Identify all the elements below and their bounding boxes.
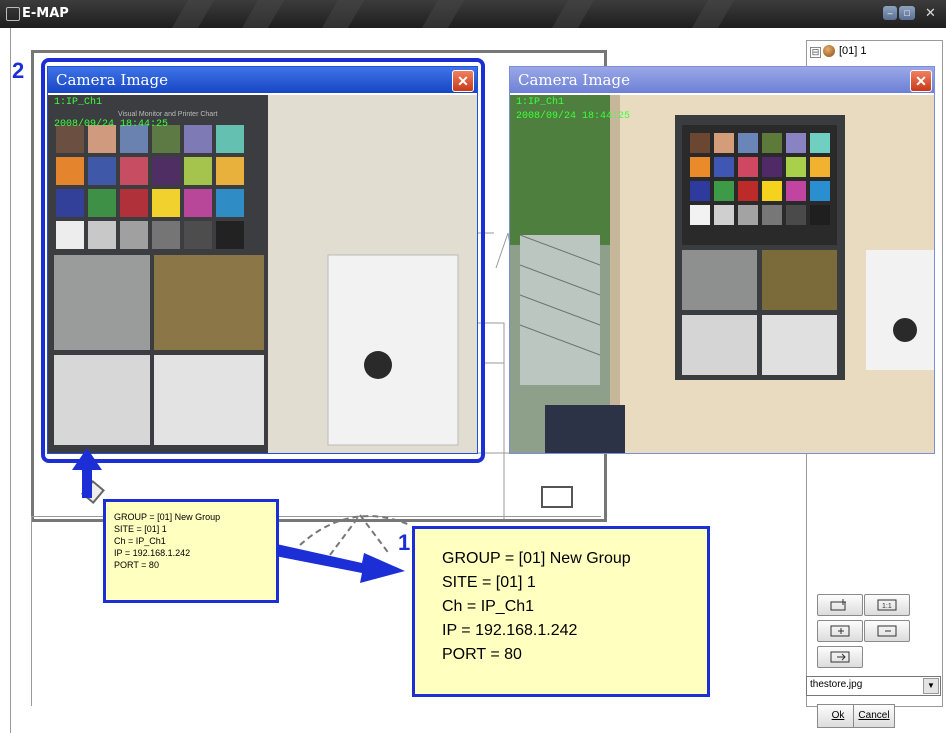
zoom-in-icon: [830, 625, 850, 637]
camera-feed-image: [510, 95, 934, 453]
minimize-icon[interactable]: –: [883, 6, 897, 20]
channel-overlay: 1:IP_Ch1: [516, 97, 565, 108]
map-file-value: thestore.jpg: [810, 679, 863, 690]
app-icon: [6, 7, 20, 21]
cancel-button[interactable]: Cancel: [853, 704, 895, 728]
window-title: E-MAP: [22, 6, 69, 21]
svg-text:1:1: 1:1: [882, 603, 892, 610]
info-tooltip-small: GROUP = [01] New Group SITE = [01] 1 Ch …: [103, 499, 279, 603]
tree-item-label[interactable]: [01] 1: [839, 45, 867, 57]
tree-expander-icon[interactable]: ⊟: [810, 47, 821, 58]
tooltip-group: GROUP = [01] New Group: [442, 550, 631, 567]
tooltip-ip: IP = 192.168.1.242: [442, 622, 578, 639]
tooltip-port: PORT = 80: [442, 646, 522, 663]
timestamp-overlay: 2008/09/24 18:44:25: [516, 111, 631, 122]
camera-window-title: Camera Image: [518, 71, 630, 89]
camera-window-titlebar[interactable]: Camera Image ✕: [510, 67, 934, 93]
callout-number: 2: [12, 58, 25, 83]
fit-map-icon: [830, 651, 850, 663]
titlebar-stripe: [241, 0, 285, 28]
window-titlebar: E-MAP – □ ✕: [0, 0, 946, 28]
titlebar-stripe: [691, 0, 735, 28]
map-file-select[interactable]: thestore.jpg ▼: [806, 676, 941, 696]
arrow-right-icon: [270, 543, 405, 583]
close-icon[interactable]: ✕: [925, 5, 941, 21]
tooltip-group: GROUP = [01] New Group: [114, 512, 221, 522]
camera-window[interactable]: Camera Image ✕ 1:IP_Ch1 2008/09/24 18:44…: [509, 66, 935, 454]
fit-map-button[interactable]: [817, 646, 863, 668]
site-icon: [823, 45, 835, 57]
tooltip-site: SITE = [01] 1: [442, 574, 536, 591]
tooltip-ip: IP = 192.168.1.242: [114, 548, 191, 558]
titlebar-stripe: [171, 0, 215, 28]
titlebar-stripe: [551, 0, 595, 28]
tooltip-channel: Ch = IP_Ch1: [114, 536, 166, 546]
titlebar-stripe: [321, 0, 365, 28]
tooltip-site: SITE = [01] 1: [114, 524, 167, 534]
zoom-in-button[interactable]: [817, 620, 863, 642]
maximize-icon[interactable]: □: [899, 6, 915, 20]
add-map-button[interactable]: [817, 594, 863, 616]
arrow-up-icon: [72, 448, 102, 498]
dropdown-arrow-icon[interactable]: ▼: [923, 678, 939, 694]
highlight-frame: [41, 58, 485, 463]
zoom-actual-button[interactable]: 1:1: [864, 594, 910, 616]
info-tooltip-large: GROUP = [01] New Group SITE = [01] 1 Ch …: [412, 526, 710, 697]
close-icon[interactable]: ✕: [910, 70, 932, 92]
map-border-line: [31, 516, 32, 706]
zoom-out-icon: [877, 625, 897, 637]
zoom-actual-icon: 1:1: [877, 599, 897, 611]
add-map-icon: [830, 599, 846, 611]
titlebar-stripe: [421, 0, 465, 28]
zoom-out-button[interactable]: [864, 620, 910, 642]
tooltip-port: PORT = 80: [114, 560, 159, 570]
tooltip-channel: Ch = IP_Ch1: [442, 598, 535, 615]
